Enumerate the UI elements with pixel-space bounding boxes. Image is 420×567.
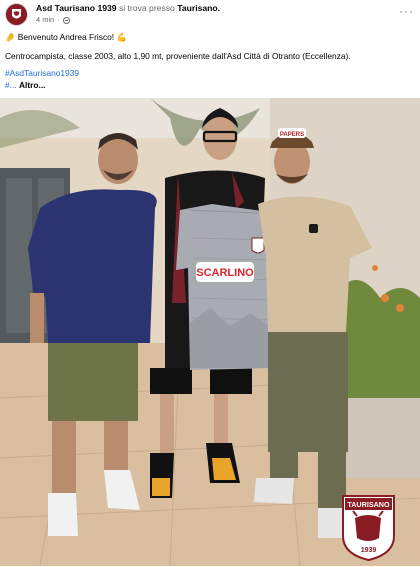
cap-text: PAPERS [280, 132, 304, 138]
post-header: Asd Taurisano 1939 si trova presso Tauri… [0, 0, 420, 28]
location-name[interactable]: Taurisano. [177, 3, 220, 13]
welcome-text: Benvenuto Andrea Frisco! [17, 32, 115, 42]
location-prefix: si trova presso [118, 3, 175, 13]
crest-team-name: TAURISANO [347, 500, 390, 509]
author-name[interactable]: Asd Taurisano 1939 [36, 3, 117, 13]
facebook-post: Asd Taurisano 1939 si trova presso Tauri… [0, 0, 420, 566]
jersey-sponsor: SCARLINO [196, 267, 254, 279]
see-more-line: #... Altro... [5, 80, 46, 91]
bull-logo-icon [6, 4, 27, 25]
post-description: Centrocampista, classe 2003, alto 1,90 m… [5, 51, 351, 61]
team-crest-watermark: TAURISANO 1939 [341, 494, 396, 562]
globe-icon [62, 16, 70, 24]
see-more-link[interactable]: Altro... [19, 80, 46, 90]
page-avatar[interactable] [5, 3, 28, 26]
hashtag-link[interactable]: #AsdTaurisano1939 [5, 68, 79, 79]
author-line: Asd Taurisano 1939 si trova presso Tauri… [36, 3, 220, 14]
more-options-button[interactable]: ··· [399, 4, 414, 18]
bull-crest-icon: TAURISANO 1939 [342, 495, 395, 562]
flexed-biceps-emoji: 💪 [116, 32, 127, 42]
post-time[interactable]: 4 min [36, 15, 54, 25]
pinched-fingers-emoji: 🤌 [5, 32, 16, 42]
crest-year: 1939 [361, 547, 377, 554]
welcome-line: 🤌 Benvenuto Andrea Frisco! 💪 [5, 32, 127, 43]
post-meta: 4 min · [36, 15, 70, 25]
truncated-hashtag: #... [5, 80, 17, 90]
meta-separator: · [57, 15, 60, 24]
